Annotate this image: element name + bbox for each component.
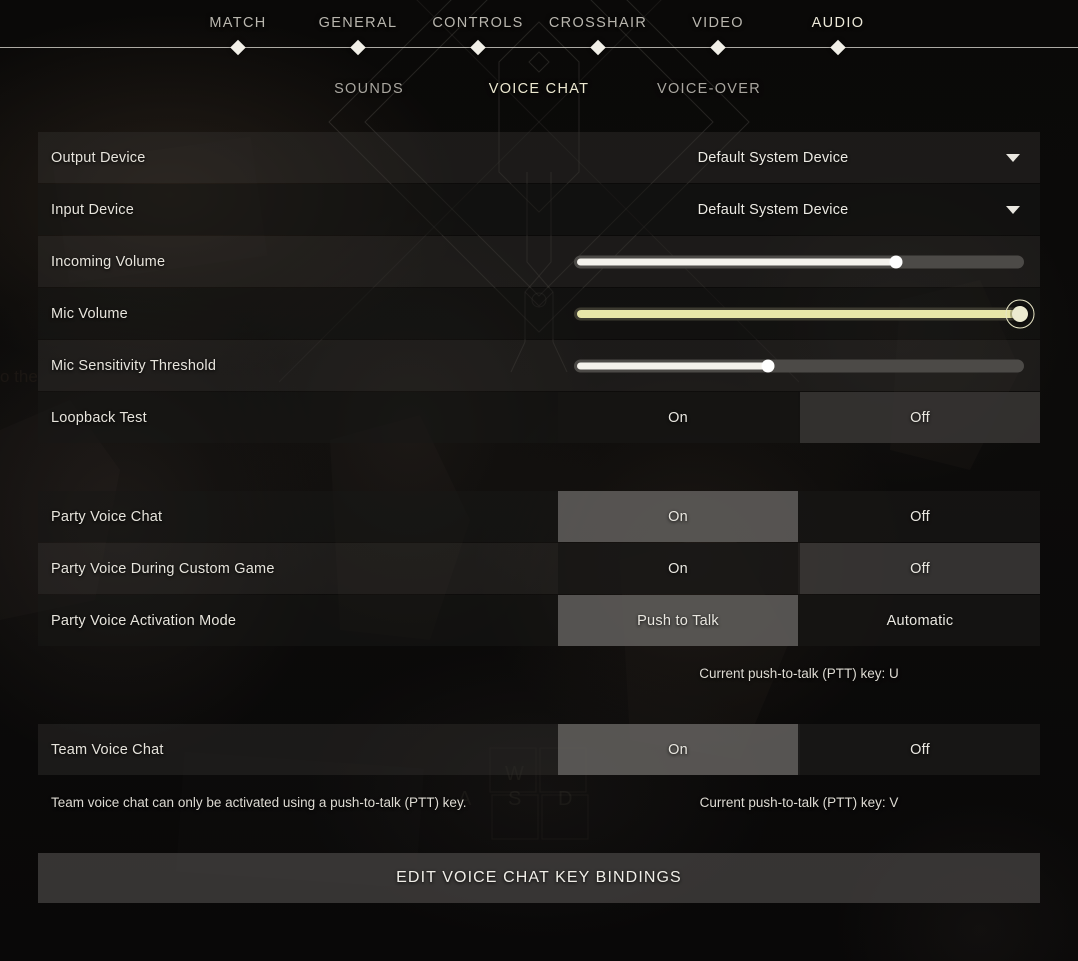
edit-voice-chat-key-bindings-button[interactable]: Edit Voice Chat Key Bindings xyxy=(38,853,1040,903)
slider-fill xyxy=(577,258,897,265)
row-input-device: Input Device Default System Device xyxy=(38,184,1040,235)
toggle-loopback-test-on[interactable]: On xyxy=(558,392,798,443)
valorant-settings-screen: W A S D o the MATCH GENERAL CONTROLS CROSSH… xyxy=(0,0,1078,961)
main-tab-match[interactable]: MATCH xyxy=(209,15,266,31)
toggle-loopback-test-off[interactable]: Off xyxy=(800,392,1040,443)
label-input-device: Input Device xyxy=(51,201,134,218)
slider-wrap-mic-sensitivity xyxy=(558,340,1040,391)
party-ptt-key-note: Current push-to-talk (PTT) key: U xyxy=(699,665,899,681)
row-incoming-volume: Incoming Volume xyxy=(38,236,1040,287)
label-mic-volume: Mic Volume xyxy=(51,305,128,322)
label-mic-sensitivity-threshold: Mic Sensitivity Threshold xyxy=(51,357,217,374)
sub-tab-bar: SOUNDS VOICE CHAT VOICE-OVER xyxy=(0,72,1078,112)
label-output-device: Output Device xyxy=(51,149,146,166)
toggle-party-activation-automatic[interactable]: Automatic xyxy=(800,595,1040,646)
svg-text:o the: o the xyxy=(0,367,38,386)
dropdown-input-device[interactable]: Default System Device xyxy=(558,184,1040,235)
toggle-pair-party-voice-custom-game: On Off xyxy=(558,543,1040,594)
dropdown-output-device[interactable]: Default System Device xyxy=(558,132,1040,183)
slider-fill xyxy=(577,309,1021,318)
note-gap xyxy=(38,647,1040,659)
note-row-team: Team voice chat can only be activated us… xyxy=(38,788,1040,816)
row-output-device: Output Device Default System Device xyxy=(38,132,1040,183)
chevron-down-icon xyxy=(1006,205,1020,214)
toggle-party-activation-push-to-talk[interactable]: Push to Talk xyxy=(558,595,798,646)
slider-knob[interactable] xyxy=(889,255,903,268)
team-ptt-key-note: Current push-to-talk (PTT) key: V xyxy=(699,794,899,810)
label-team-voice-chat: Team Voice Chat xyxy=(51,741,164,758)
main-tab-general[interactable]: GENERAL xyxy=(319,15,398,31)
label-party-voice-chat: Party Voice Chat xyxy=(51,508,163,525)
toggle-pair-party-voice-activation-mode: Push to Talk Automatic xyxy=(558,595,1040,646)
row-party-voice-custom-game: Party Voice During Custom Game On Off xyxy=(38,543,1040,594)
dropdown-input-device-value: Default System Device xyxy=(697,201,849,218)
diamond-marker-icon xyxy=(350,39,366,56)
slider-knob[interactable] xyxy=(1012,305,1028,322)
sub-tab-voice-over[interactable]: VOICE-OVER xyxy=(657,81,761,97)
slider-knob[interactable] xyxy=(761,359,775,372)
row-party-voice-chat: Party Voice Chat On Off xyxy=(38,491,1040,542)
slider-incoming-volume[interactable] xyxy=(574,255,1024,268)
main-tab-controls[interactable]: CONTROLS xyxy=(432,15,523,31)
row-mic-volume: Mic Volume xyxy=(38,288,1040,339)
settings-panel: Output Device Default System Device Inpu… xyxy=(38,132,1040,903)
sub-tab-voice-chat[interactable]: VOICE CHAT xyxy=(489,81,590,97)
main-tab-video[interactable]: VIDEO xyxy=(692,15,744,31)
slider-wrap-mic-volume xyxy=(558,288,1040,339)
toggle-party-voice-chat-off[interactable]: Off xyxy=(800,491,1040,542)
diamond-marker-icon xyxy=(590,39,606,56)
label-loopback-test: Loopback Test xyxy=(51,409,147,426)
row-team-voice-chat: Team Voice Chat On Off xyxy=(38,724,1040,775)
row-mic-sensitivity-threshold: Mic Sensitivity Threshold xyxy=(38,340,1040,391)
toggle-party-voice-chat-on[interactable]: On xyxy=(558,491,798,542)
note-gap xyxy=(38,776,1040,788)
diamond-marker-icon xyxy=(470,39,486,56)
toggle-pair-loopback-test: On Off xyxy=(558,392,1040,443)
nav-divider-line xyxy=(0,47,1078,48)
toggle-pair-party-voice-chat: On Off xyxy=(558,491,1040,542)
toggle-team-voice-chat-on[interactable]: On xyxy=(558,724,798,775)
label-incoming-volume: Incoming Volume xyxy=(51,253,166,270)
dropdown-output-device-value: Default System Device xyxy=(697,149,849,166)
label-party-voice-activation-mode: Party Voice Activation Mode xyxy=(51,612,237,629)
slider-mic-sensitivity-threshold[interactable] xyxy=(574,359,1024,372)
slider-fill xyxy=(577,362,768,369)
sub-tab-sounds[interactable]: SOUNDS xyxy=(334,81,404,97)
diamond-marker-icon xyxy=(230,39,246,56)
main-tab-audio[interactable]: AUDIO xyxy=(812,15,865,31)
slider-wrap-incoming-volume xyxy=(558,236,1040,287)
chevron-down-icon xyxy=(1006,153,1020,162)
toggle-party-voice-custom-game-off[interactable]: Off xyxy=(800,543,1040,594)
main-tab-crosshair[interactable]: CROSSHAIR xyxy=(549,15,647,31)
toggle-team-voice-chat-off[interactable]: Off xyxy=(800,724,1040,775)
diamond-marker-icon xyxy=(830,39,846,56)
note-row-party-ptt: Current push-to-talk (PTT) key: U xyxy=(38,659,1040,687)
diamond-marker-icon xyxy=(710,39,726,56)
main-tab-bar: MATCH GENERAL CONTROLS CROSSHAIR VIDEO AUDIO xyxy=(0,0,1078,56)
toggle-party-voice-custom-game-on[interactable]: On xyxy=(558,543,798,594)
row-loopback-test: Loopback Test On Off xyxy=(38,392,1040,443)
row-party-voice-activation-mode: Party Voice Activation Mode Push to Talk… xyxy=(38,595,1040,646)
team-voice-chat-hint: Team voice chat can only be activated us… xyxy=(51,794,467,810)
toggle-pair-team-voice-chat: On Off xyxy=(558,724,1040,775)
main-tab-list: MATCH GENERAL CONTROLS CROSSHAIR VIDEO AUDIO xyxy=(0,0,1078,56)
label-party-voice-custom-game: Party Voice During Custom Game xyxy=(51,560,275,577)
slider-mic-volume[interactable] xyxy=(574,299,1035,328)
